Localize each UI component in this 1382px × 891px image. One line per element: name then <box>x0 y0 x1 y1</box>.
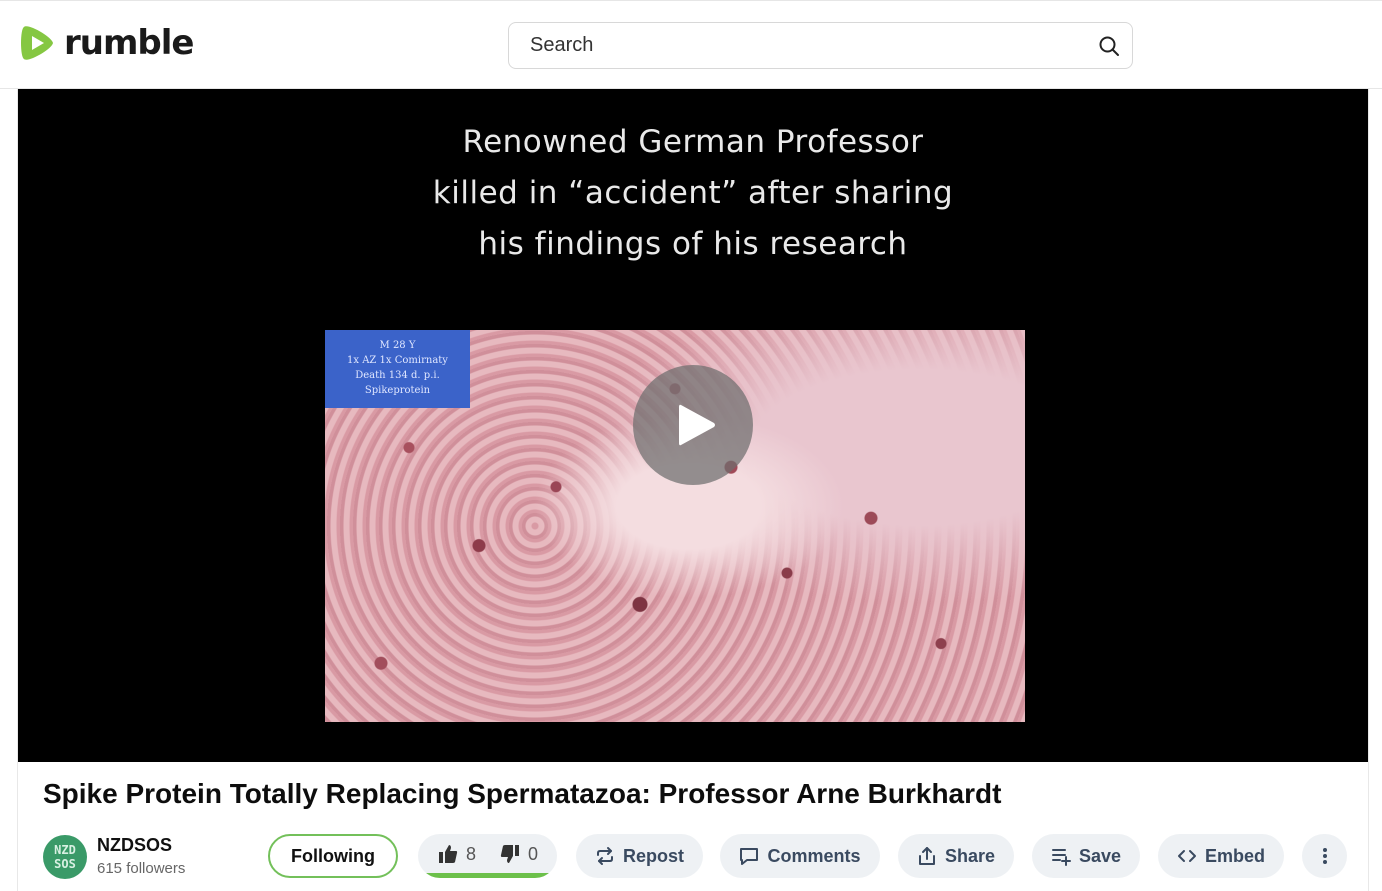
code-brackets-icon <box>1177 850 1196 862</box>
thumbs-down-icon <box>500 845 519 863</box>
comments-label: Comments <box>767 845 861 866</box>
avatar-text: SOS <box>54 857 76 871</box>
embed-label: Embed <box>1204 845 1265 866</box>
caption-line: killed in “accident” after sharing <box>432 175 954 211</box>
dislike-count: 0 <box>528 843 539 864</box>
embed-button[interactable]: Embed <box>1158 834 1284 878</box>
playlist-add-icon <box>1051 849 1071 866</box>
following-button[interactable]: Following <box>268 834 398 878</box>
slide-label-line: M 28 Y <box>379 340 416 351</box>
save-button[interactable]: Save <box>1032 834 1140 878</box>
channel-name[interactable]: NZDSOS <box>97 835 172 856</box>
vote-control: 8 0 <box>418 834 557 878</box>
like-button[interactable]: 8 <box>438 834 476 874</box>
logo-wordmark: rumble <box>64 23 194 63</box>
search-input[interactable] <box>510 24 1070 67</box>
repost-icon <box>596 847 613 865</box>
caption-line: Renowned German Professor <box>462 124 924 160</box>
thumbs-up-icon <box>439 845 458 863</box>
share-button[interactable]: Share <box>898 834 1014 878</box>
search-button[interactable] <box>1094 31 1124 61</box>
slide-label-line: Spikeprotein <box>364 385 431 396</box>
rumble-logo[interactable]: rumble <box>18 23 194 63</box>
follower-count: 615 followers <box>97 860 186 877</box>
share-icon <box>918 847 935 865</box>
video-player[interactable]: Renowned German Professor killed in “acc… <box>18 89 1368 762</box>
slide-label-line: Death 134 d. p.i. <box>355 370 440 381</box>
save-label: Save <box>1078 845 1122 866</box>
video-caption-overlay: Renowned German Professor killed in “acc… <box>18 117 1368 270</box>
repost-button[interactable]: Repost <box>576 834 703 878</box>
comment-icon <box>740 848 759 865</box>
play-button[interactable] <box>633 365 753 485</box>
dislike-button[interactable]: 0 <box>500 834 538 874</box>
rumble-play-logo-icon <box>21 26 53 60</box>
video-title: Spike Protein Totally Replacing Spermata… <box>43 778 1002 809</box>
play-icon <box>679 404 715 446</box>
caption-line: his findings of his research <box>478 226 908 262</box>
search-icon <box>1099 36 1119 56</box>
more-options-button[interactable] <box>1302 834 1347 878</box>
repost-label: Repost <box>622 845 684 866</box>
channel-avatar[interactable]: NZD SOS <box>43 835 87 879</box>
comments-button[interactable]: Comments <box>720 834 880 878</box>
like-ratio-bar <box>418 873 557 878</box>
avatar-text: NZD <box>54 843 76 857</box>
share-label: Share <box>944 845 996 866</box>
slide-label: M 28 Y 1x AZ 1x Comirnaty Death 134 d. p… <box>325 330 470 408</box>
slide-label-line: 1x AZ 1x Comirnaty <box>347 355 448 366</box>
more-vertical-icon <box>1322 848 1327 864</box>
site-header: rumble <box>0 0 1382 89</box>
search-box <box>508 22 1133 69</box>
like-count: 8 <box>466 843 477 864</box>
